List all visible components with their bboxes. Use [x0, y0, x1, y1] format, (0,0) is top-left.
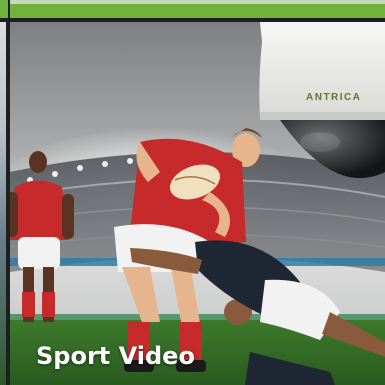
camera-brand-logo: ANTRICA	[306, 92, 362, 103]
card-title[interactable]: Sport Video	[36, 342, 195, 370]
sport-video-card[interactable]: ANTRICA Sport Video	[10, 22, 385, 385]
adjacent-card-edge[interactable]	[0, 22, 6, 385]
top-accent-left	[0, 0, 8, 18]
top-accent-bar	[10, 0, 385, 18]
rugby-stadium-photo	[10, 22, 385, 385]
sport-video-tile[interactable]: ANTRICA Sport Video	[0, 0, 385, 385]
